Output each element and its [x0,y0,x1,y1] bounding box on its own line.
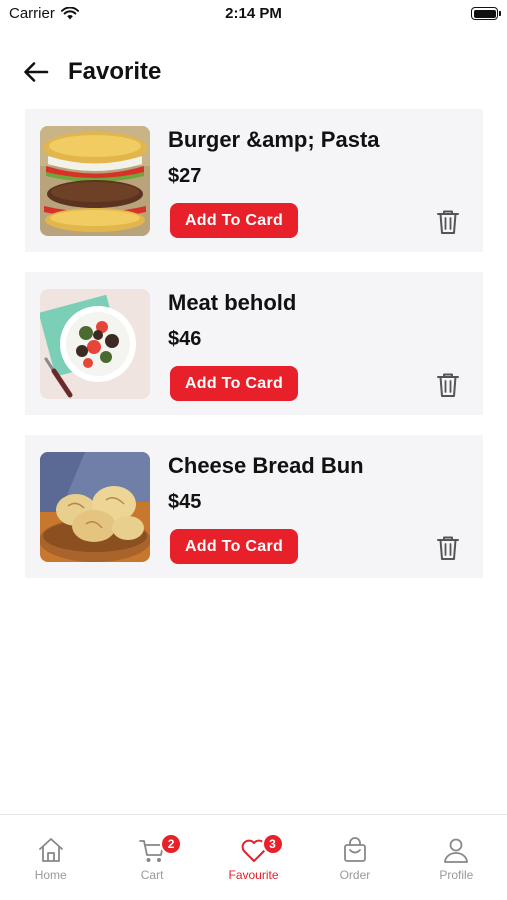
bread-basket-image[interactable] [40,452,150,562]
item-price: $45 [168,491,202,513]
add-to-cart-button[interactable]: Add To Card [170,203,298,238]
item-price: $46 [168,328,202,350]
tab-label: Profile [439,868,474,882]
tab-cart[interactable]: Cart 2 [101,815,202,900]
favorites-list: Burger &amp; Pasta $27 Add To Card Meat … [25,109,483,598]
header: Favorite [0,52,507,92]
back-button[interactable] [20,56,52,88]
add-to-cart-button[interactable]: Add To Card [170,366,298,401]
favorite-card: Burger &amp; Pasta $27 Add To Card [25,109,483,252]
bag-icon [344,837,366,862]
item-name[interactable]: Burger &amp; Pasta [168,127,380,153]
cart-count-badge: 2 [160,833,183,855]
bottom-tab-bar: Home Cart 2 Favourite 3 Order Profile [0,814,507,900]
status-bar: Carrier 2:14 PM [0,0,507,28]
battery-icon [471,7,501,20]
page-title: Favorite [68,58,162,85]
tab-favourite[interactable]: Favourite 3 [203,815,304,900]
user-icon [444,838,469,863]
home-icon [38,838,63,862]
favorite-card: Cheese Bread Bun $45 Add To Card [25,435,483,578]
item-name[interactable]: Meat behold [168,290,296,316]
tab-label: Cart [140,868,164,882]
arrow-left-icon [24,62,49,82]
trash-icon[interactable] [436,535,460,561]
trash-icon[interactable] [436,209,460,235]
tab-label: Order [339,868,371,882]
item-name[interactable]: Cheese Bread Bun [168,453,364,479]
item-price: $27 [168,165,202,187]
salad-plate-image[interactable] [40,289,150,399]
favorite-card: Meat behold $46 Add To Card [25,272,483,415]
status-time: 2:14 PM [225,5,282,22]
tab-order[interactable]: Order [304,815,405,900]
tab-home[interactable]: Home [0,815,101,900]
favourite-count-badge: 3 [261,833,284,855]
tab-label: Favourite [228,868,279,882]
add-to-cart-button[interactable]: Add To Card [170,529,298,564]
tab-label: Home [34,868,67,882]
burger-image[interactable] [40,126,150,236]
trash-icon[interactable] [436,372,460,398]
tab-profile[interactable]: Profile [406,815,507,900]
